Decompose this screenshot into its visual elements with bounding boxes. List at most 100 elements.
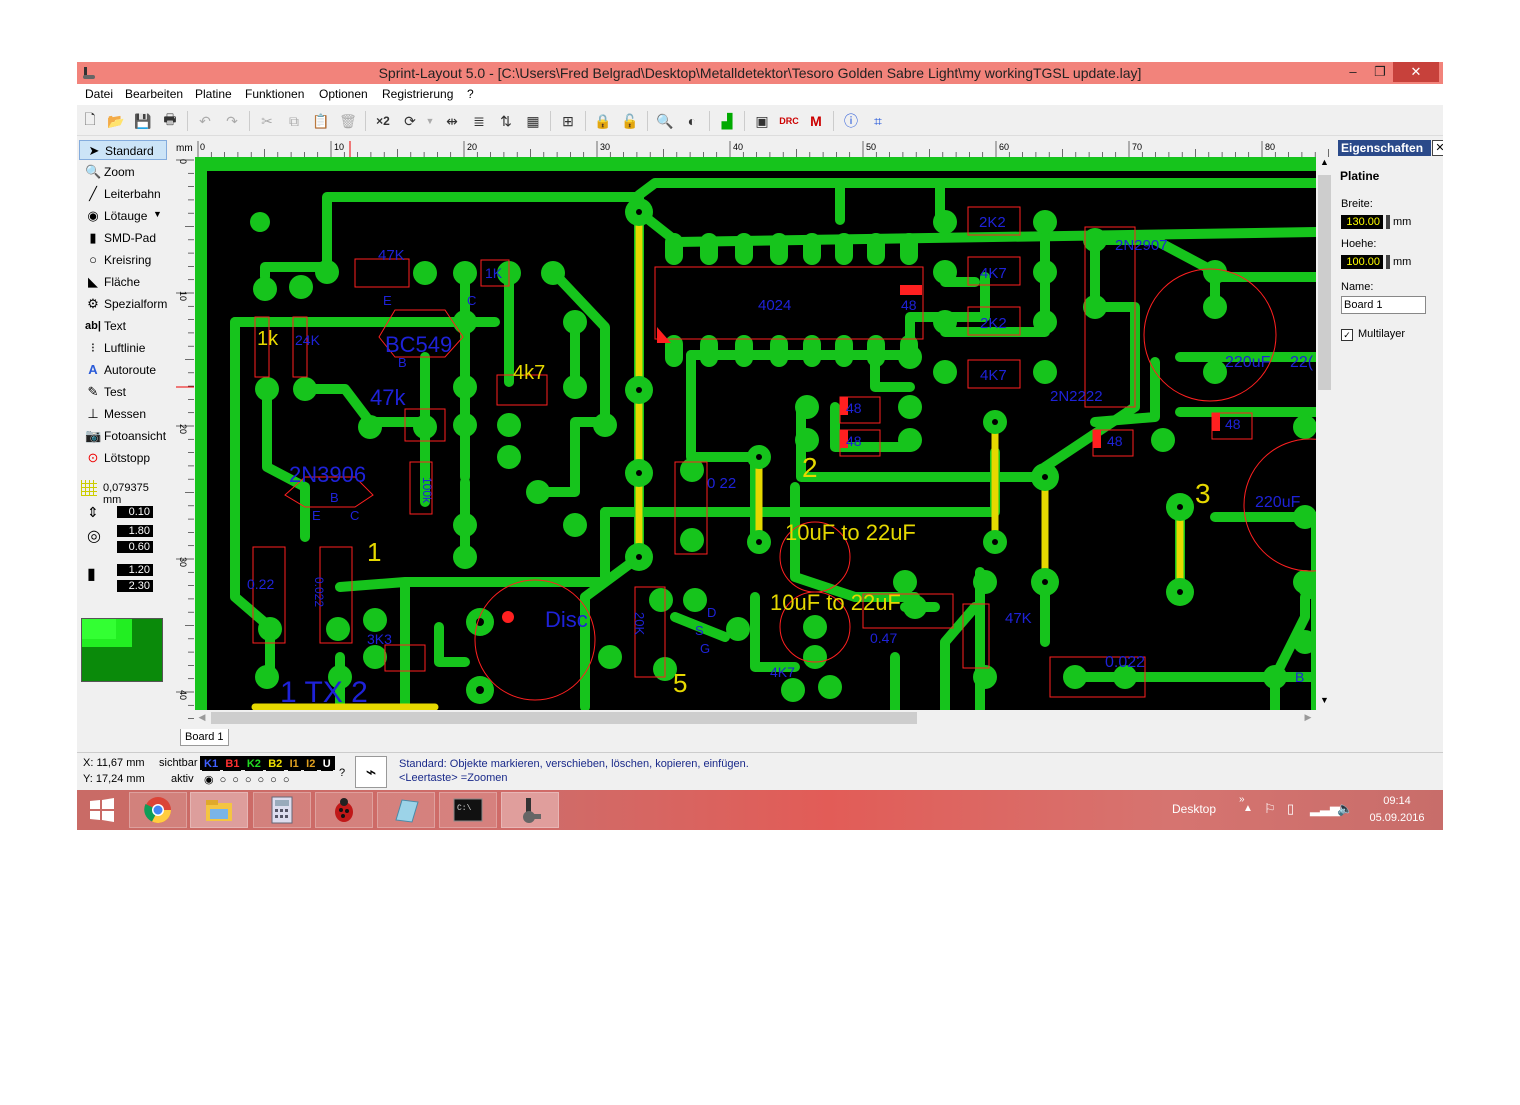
clock-date[interactable]: 05.09.2016: [1367, 812, 1427, 824]
network-icon[interactable]: ▂▃▅: [1310, 801, 1340, 817]
tool-loetstopp[interactable]: ⊙ Lötstopp: [79, 448, 167, 468]
scroll-down-icon[interactable]: ▼: [1318, 695, 1331, 709]
pad-dropdown-icon[interactable]: ▼: [153, 209, 162, 219]
menu-funktionen[interactable]: Funktionen: [245, 87, 304, 101]
close-button[interactable]: ✕: [1393, 62, 1439, 82]
navigator-preview[interactable]: [81, 618, 163, 682]
layer-i1[interactable]: I1: [287, 757, 301, 771]
width-spin[interactable]: [1386, 215, 1390, 229]
battery-icon[interactable]: ▯: [1287, 801, 1294, 817]
tool-kreisring[interactable]: ○ Kreisring: [79, 250, 167, 270]
tray-expand-icon[interactable]: ▲: [1243, 803, 1253, 814]
group-icon[interactable]: ⊞: [558, 111, 578, 131]
save-icon[interactable]: 💾: [133, 111, 153, 131]
grid-value[interactable]: 0,079375 mm: [103, 482, 169, 506]
paste-icon[interactable]: 📋: [311, 111, 331, 131]
layer-strip[interactable]: K1 B1 K2 B2 I1 I2 U: [200, 756, 335, 771]
new-file-icon[interactable]: 🗋: [80, 111, 100, 131]
sprint-layout-icon[interactable]: [501, 792, 559, 828]
tool-test[interactable]: ✎ Test: [79, 382, 167, 402]
menu-platine[interactable]: Platine: [195, 87, 232, 101]
layer-k2[interactable]: K2: [244, 757, 263, 771]
menu-bearbeiten[interactable]: Bearbeiten: [125, 87, 183, 101]
help-tool-icon[interactable]: ▣: [752, 111, 772, 131]
tool-luftlinie[interactable]: ⁝ Luftlinie: [79, 338, 167, 358]
rotate-dropdown-icon[interactable]: ▼: [420, 111, 440, 131]
horizontal-scroll-thumb[interactable]: [211, 712, 917, 724]
notes-app-icon[interactable]: [377, 792, 435, 828]
tab-board-1[interactable]: Board 1: [180, 729, 229, 746]
grid-align-icon[interactable]: ▦: [523, 111, 543, 131]
pad-outer-value[interactable]: 1.80: [117, 525, 153, 537]
layer-u[interactable]: U: [320, 757, 333, 771]
open-folder-icon[interactable]: 📂: [106, 111, 126, 131]
multilayer-checkbox[interactable]: ✓: [1341, 329, 1353, 341]
scroll-left-icon[interactable]: ◀: [195, 712, 209, 724]
vertical-scrollbar[interactable]: ▲ ▼: [1316, 157, 1333, 710]
lock-icon[interactable]: 🔒: [593, 111, 613, 131]
flag-icon[interactable]: ⚐: [1264, 801, 1276, 817]
drc-icon[interactable]: DRC: [779, 111, 799, 131]
scroll-right-icon[interactable]: ▶: [1301, 712, 1315, 724]
tool-standard[interactable]: ➤ Standard: [79, 140, 167, 160]
delete-icon[interactable]: 🗑: [338, 111, 358, 131]
horizontal-scrollbar[interactable]: ◀ ▶: [195, 710, 1316, 726]
bug-app-icon[interactable]: [315, 792, 373, 828]
tool-smd-pad[interactable]: ▮ SMD-Pad: [79, 228, 167, 248]
active-layer-radios[interactable]: ◉○○○○○○: [204, 773, 295, 786]
copy-icon[interactable]: ⧉: [284, 111, 304, 131]
restore-button[interactable]: ❐: [1367, 62, 1393, 82]
pad-inner-value[interactable]: 0.60: [117, 541, 153, 553]
info-icon[interactable]: ⓘ: [841, 111, 861, 131]
vertical-scroll-thumb[interactable]: [1318, 175, 1331, 390]
menu-registrierung[interactable]: Registrierung: [382, 87, 453, 101]
duplicate-icon[interactable]: ×2: [373, 111, 393, 131]
pcb-canvas[interactable]: 47K 1K BC549 E C B 24K 47k 2N3906 B E C …: [195, 157, 1316, 710]
height-spin[interactable]: [1386, 255, 1390, 269]
tool-zoom[interactable]: 🔍 Zoom: [79, 162, 167, 182]
clock-time[interactable]: 09:14: [1367, 795, 1427, 807]
tool-autoroute[interactable]: A Autoroute: [79, 360, 167, 380]
volume-icon[interactable]: 🔈: [1337, 801, 1353, 817]
scanner-icon[interactable]: ▟: [717, 111, 737, 131]
height-input[interactable]: 100.00: [1341, 255, 1383, 269]
calculator-icon[interactable]: [253, 792, 311, 828]
tool-messen[interactable]: ⊥ Messen: [79, 404, 167, 424]
desktop-toolbar-label[interactable]: Desktop: [1172, 802, 1216, 816]
track-width-value[interactable]: 0.10: [117, 506, 153, 518]
transparent-icon[interactable]: ◐: [682, 111, 702, 131]
properties-close-icon[interactable]: ✕: [1432, 140, 1443, 156]
mirror-h-icon[interactable]: ⇹: [442, 111, 462, 131]
layer-b1[interactable]: B1: [223, 757, 242, 771]
tool-flaeche[interactable]: ◣ Fläche: [79, 272, 167, 292]
align-icon[interactable]: ≣: [469, 111, 489, 131]
smd-height-value[interactable]: 2.30: [117, 580, 153, 592]
status-help[interactable]: ?: [339, 767, 345, 779]
redo-icon[interactable]: ↷: [222, 111, 242, 131]
tool-spezialform[interactable]: ⚙ Spezialform: [79, 294, 167, 314]
macro-icon[interactable]: M: [806, 111, 826, 131]
tool-text[interactable]: ab| Text: [79, 316, 167, 336]
grid-icon[interactable]: [81, 480, 97, 496]
cut-icon[interactable]: ✂: [257, 111, 277, 131]
layer-k1[interactable]: K1: [202, 757, 221, 771]
undo-icon[interactable]: ↶: [195, 111, 215, 131]
tool-loetauge[interactable]: ◉ Lötauge ▼: [79, 206, 167, 226]
rotate-icon[interactable]: ⟳: [400, 111, 420, 131]
unlock-icon[interactable]: 🔓: [620, 111, 640, 131]
layer-i2[interactable]: I2: [304, 757, 318, 771]
menu-datei[interactable]: Datei: [85, 87, 113, 101]
tool-fotoansicht[interactable]: 📷 Fotoansicht: [79, 426, 167, 446]
scroll-up-icon[interactable]: ▲: [1318, 157, 1331, 171]
start-icon[interactable]: [77, 792, 127, 828]
tool-leiterbahn[interactable]: ╱ Leiterbahn: [79, 184, 167, 204]
menu-optionen[interactable]: Optionen: [319, 87, 368, 101]
crop-icon[interactable]: ⌗: [868, 111, 888, 131]
layer-b2[interactable]: B2: [266, 757, 285, 771]
chrome-icon[interactable]: [129, 792, 187, 828]
width-input[interactable]: 130.00: [1341, 215, 1383, 229]
file-explorer-icon[interactable]: [190, 792, 248, 828]
smd-width-value[interactable]: 1.20: [117, 564, 153, 576]
zoom-icon[interactable]: 🔍: [655, 111, 675, 131]
print-icon[interactable]: 🖶: [160, 111, 180, 131]
